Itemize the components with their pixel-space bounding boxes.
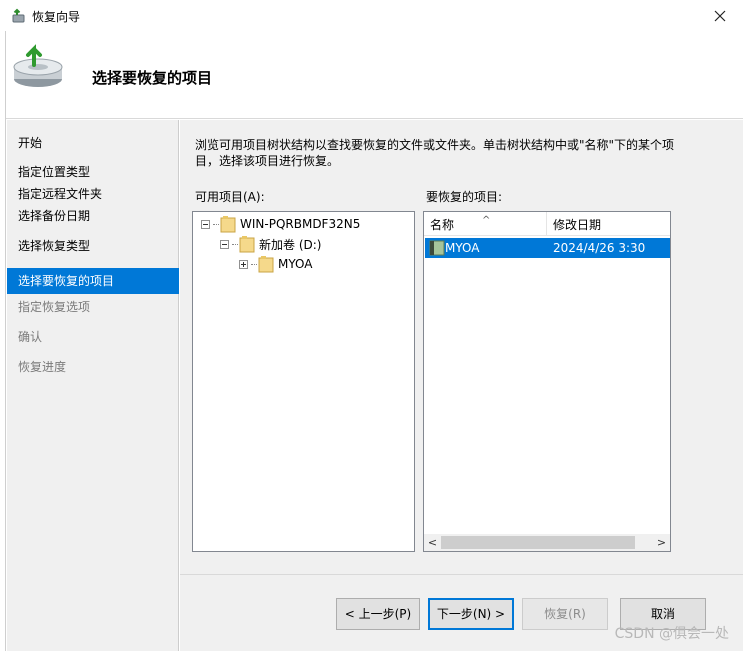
back-button[interactable]: < 上一步(P) (336, 598, 420, 630)
recover-button: 恢复(R) (522, 598, 608, 630)
page-title: 选择要恢复的项目 (92, 69, 213, 87)
items-to-restore-list[interactable]: 名称 ^ 修改日期 MYOA 2024/4/26 3:30 < > (423, 211, 671, 552)
close-button[interactable] (697, 0, 743, 31)
horizontal-scrollbar[interactable]: < > (424, 534, 670, 551)
tree-label: MYOA (278, 257, 313, 271)
folder-icon (258, 255, 274, 273)
backup-app-icon (10, 8, 26, 24)
list-item[interactable]: MYOA 2024/4/26 3:30 (425, 238, 670, 258)
tree-node-folder[interactable]: MYOA (239, 254, 312, 274)
expand-icon[interactable] (239, 259, 248, 269)
available-items-label: 可用项目(A): (195, 190, 265, 204)
tree-label: 新加卷 (D:) (259, 237, 322, 252)
column-header-label: 名称 (430, 218, 455, 232)
collapse-icon[interactable] (201, 219, 210, 229)
tree-connector (213, 223, 219, 225)
sidebar-item-progress: 恢复进度 (18, 360, 67, 374)
computer-icon (220, 215, 236, 233)
sidebar-item-confirm: 确认 (18, 330, 43, 344)
tree-connector (232, 243, 238, 245)
collapse-icon[interactable] (220, 239, 229, 249)
column-header-modified[interactable]: 修改日期 (547, 212, 670, 236)
sidebar-item-select-items[interactable]: 选择要恢复的项目 (7, 268, 179, 294)
scroll-left-icon[interactable]: < (424, 534, 441, 551)
footer-divider (180, 574, 743, 575)
available-items-tree[interactable]: WIN-PQRBMDF32N5 新加卷 (D:) MYOA (192, 211, 415, 552)
restore-drive-icon (8, 37, 64, 93)
tree-node-volume[interactable]: 新加卷 (D:) (220, 234, 321, 254)
scroll-right-icon[interactable]: > (653, 534, 670, 551)
tree-label: WIN-PQRBMDF32N5 (240, 217, 361, 231)
column-header-label: 修改日期 (553, 218, 602, 232)
items-to-restore-label: 要恢复的项目: (426, 190, 503, 204)
sidebar-item-start[interactable]: 开始 (7, 130, 179, 156)
list-item-name: MYOA (445, 241, 480, 255)
next-button[interactable]: 下一步(N) > (428, 598, 514, 630)
scrollbar-thumb[interactable] (441, 536, 635, 549)
list-item-date: 2024/4/26 3:30 (553, 241, 646, 255)
window-title: 恢复向导 (32, 10, 81, 24)
sidebar-item-recovery-options: 指定恢复选项 (18, 300, 91, 314)
instructions-text: 浏览可用项目树状结构以查找要恢复的文件或文件夹。单击树状结构中或"名称"下的某个… (195, 138, 675, 168)
window-left-edge (0, 31, 6, 651)
close-icon (714, 10, 726, 21)
volume-icon (239, 235, 255, 253)
sort-ascending-icon: ^ (482, 215, 491, 226)
folder-icon (429, 240, 445, 256)
wizard-header: 选择要恢复的项目 (0, 31, 743, 119)
wizard-steps-sidebar: 开始 指定位置类型 指定远程文件夹 选择备份日期 选择恢复类型 选择要恢复的项目… (7, 120, 179, 651)
tree-node-server[interactable]: WIN-PQRBMDF32N5 (201, 214, 360, 234)
sidebar-item-backup-date[interactable]: 选择备份日期 (7, 203, 179, 229)
sidebar-item-recovery-type[interactable]: 选择恢复类型 (7, 233, 179, 259)
list-header: 名称 ^ 修改日期 (424, 212, 670, 236)
tree-connector (251, 263, 257, 265)
watermark: CSDN @俱会一处 (614, 626, 729, 642)
title-bar: 恢复向导 (0, 0, 743, 31)
wizard-content: 浏览可用项目树状结构以查找要恢复的文件或文件夹。单击树状结构中或"名称"下的某个… (180, 120, 743, 651)
column-header-name[interactable]: 名称 ^ (424, 212, 547, 236)
